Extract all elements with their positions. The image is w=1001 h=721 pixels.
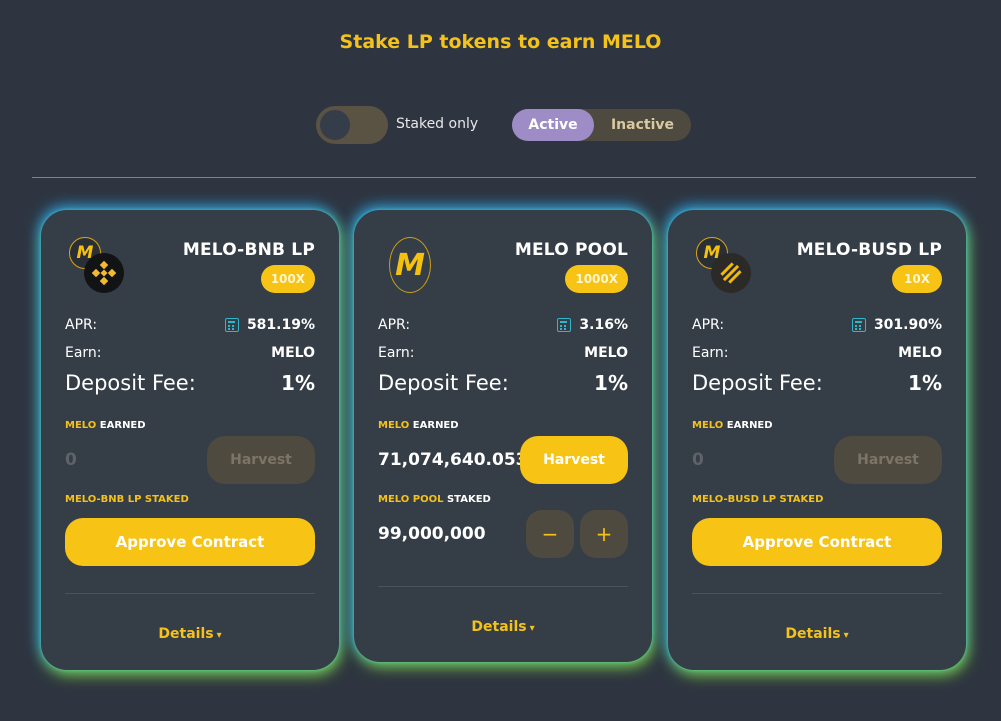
earn-label: Earn: bbox=[692, 345, 729, 361]
chevron-down-icon: ▾ bbox=[843, 630, 849, 641]
staked-value: 99,000,000 bbox=[378, 524, 486, 544]
farm-card-melo-busd: M MELO-BUSD LP 10X APR: 301.90% Earn: ME… bbox=[668, 210, 966, 670]
apr-value: 3.16% bbox=[579, 317, 628, 333]
approve-contract-button[interactable]: Approve Contract bbox=[692, 518, 942, 566]
details-toggle[interactable]: Details ▾ bbox=[354, 619, 652, 635]
chevron-down-icon: ▾ bbox=[216, 630, 222, 641]
farm-card-melo-bnb: M MELO-BNB LP 100X APR: 581.19% Earn: ME… bbox=[41, 210, 339, 670]
earn-row: Earn: MELO bbox=[65, 345, 315, 361]
earn-value: MELO bbox=[898, 345, 942, 361]
deposit-fee-row: Deposit Fee: 1% bbox=[378, 371, 628, 395]
deposit-fee-label: Deposit Fee: bbox=[692, 371, 823, 395]
multiplier-badge: 100X bbox=[260, 265, 315, 293]
farm-name: MELO-BUSD LP bbox=[796, 240, 942, 260]
apr-row: APR: 301.90% bbox=[692, 317, 942, 333]
deposit-fee-row: Deposit Fee: 1% bbox=[65, 371, 315, 395]
earned-label: MELO EARNED bbox=[65, 420, 146, 431]
harvest-button[interactable]: Harvest bbox=[520, 436, 628, 484]
active-inactive-switch: Active Inactive bbox=[512, 109, 691, 141]
chevron-down-icon: ▾ bbox=[529, 623, 535, 634]
melo-token-icon: M bbox=[389, 237, 431, 293]
tab-inactive[interactable]: Inactive bbox=[594, 109, 691, 141]
apr-value: 301.90% bbox=[873, 317, 942, 333]
card-divider bbox=[65, 593, 315, 594]
deposit-fee-label: Deposit Fee: bbox=[378, 371, 509, 395]
details-toggle[interactable]: Details ▾ bbox=[41, 626, 339, 642]
farm-name: MELO POOL bbox=[514, 240, 628, 260]
earned-value: 0 bbox=[692, 450, 704, 470]
deposit-fee-label: Deposit Fee: bbox=[65, 371, 196, 395]
earned-value: 71,074,640.053 bbox=[378, 450, 528, 470]
harvest-button[interactable]: Harvest bbox=[207, 436, 315, 484]
details-toggle[interactable]: Details ▾ bbox=[668, 626, 966, 642]
apr-row: APR: 581.19% bbox=[65, 317, 315, 333]
unstake-minus-button[interactable]: − bbox=[526, 510, 574, 558]
approve-contract-button[interactable]: Approve Contract bbox=[65, 518, 315, 566]
earn-value: MELO bbox=[584, 345, 628, 361]
deposit-fee-row: Deposit Fee: 1% bbox=[692, 371, 942, 395]
deposit-fee-value: 1% bbox=[281, 371, 315, 395]
minus-icon: − bbox=[541, 522, 559, 546]
earn-row: Earn: MELO bbox=[692, 345, 942, 361]
card-divider bbox=[378, 586, 628, 587]
deposit-fee-value: 1% bbox=[908, 371, 942, 395]
staked-label: MELO POOL STAKED bbox=[378, 494, 491, 505]
earn-label: Earn: bbox=[378, 345, 415, 361]
earn-value: MELO bbox=[271, 345, 315, 361]
toggle-knob bbox=[320, 110, 350, 140]
earn-label: Earn: bbox=[65, 345, 102, 361]
card-divider bbox=[692, 593, 942, 594]
calculator-icon[interactable] bbox=[851, 318, 866, 332]
farm-card-melo-pool: M MELO POOL 1000X APR: 3.16% Earn: MELO … bbox=[354, 210, 652, 662]
farm-name: MELO-BNB LP bbox=[182, 240, 315, 260]
busd-token-icon bbox=[711, 253, 751, 293]
apr-label: APR: bbox=[65, 317, 98, 333]
calculator-icon[interactable] bbox=[557, 318, 572, 332]
divider bbox=[32, 177, 976, 178]
apr-row: APR: 3.16% bbox=[378, 317, 628, 333]
tab-active[interactable]: Active bbox=[512, 109, 594, 141]
calculator-icon[interactable] bbox=[224, 318, 239, 332]
earned-label: MELO EARNED bbox=[692, 420, 773, 431]
apr-label: APR: bbox=[692, 317, 725, 333]
harvest-button[interactable]: Harvest bbox=[834, 436, 942, 484]
staked-label: MELO-BNB LP STAKED bbox=[65, 494, 189, 505]
staked-only-toggle[interactable] bbox=[316, 106, 388, 144]
bnb-token-icon bbox=[84, 253, 124, 293]
plus-icon: + bbox=[595, 522, 613, 546]
staked-label: MELO-BUSD LP STAKED bbox=[692, 494, 824, 505]
apr-label: APR: bbox=[378, 317, 411, 333]
earn-row: Earn: MELO bbox=[378, 345, 628, 361]
stake-plus-button[interactable]: + bbox=[580, 510, 628, 558]
staked-only-label: Staked only bbox=[396, 116, 479, 132]
deposit-fee-value: 1% bbox=[594, 371, 628, 395]
apr-value: 581.19% bbox=[246, 317, 315, 333]
earned-label: MELO EARNED bbox=[378, 420, 459, 431]
multiplier-badge: 10X bbox=[892, 265, 942, 293]
page-title: Stake LP tokens to earn MELO bbox=[339, 31, 662, 53]
multiplier-badge: 1000X bbox=[565, 265, 628, 293]
earned-value: 0 bbox=[65, 450, 77, 470]
